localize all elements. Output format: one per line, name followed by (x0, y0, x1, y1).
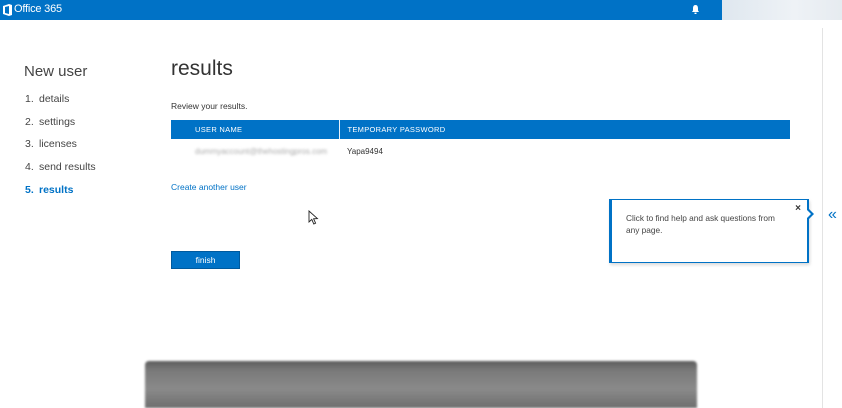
blurred-overlay (145, 361, 697, 408)
wizard-step-label: licenses (39, 138, 77, 151)
wizard-step-results: 5. results (25, 183, 74, 196)
wizard-step-details[interactable]: 1. details (25, 93, 96, 116)
collapse-panel-icon[interactable]: « (828, 206, 837, 224)
column-header-password: TEMPORARY PASSWORD (339, 120, 790, 139)
wizard-step-label: results (39, 183, 74, 196)
callout-tail-inner (806, 209, 811, 219)
results-table: USER NAME TEMPORARY PASSWORD dummyaccoun… (171, 120, 790, 161)
side-panel-divider (822, 28, 823, 408)
bell-icon[interactable] (690, 4, 701, 15)
wizard-step-label: settings (39, 115, 76, 128)
column-header-username: USER NAME (171, 120, 340, 139)
close-icon[interactable]: × (795, 203, 801, 214)
help-callout: Click to find help and ask questions fro… (609, 199, 809, 263)
wizard-step-send-results[interactable]: 4. send results (25, 161, 96, 184)
user-area (722, 0, 842, 20)
wizard-step-licenses[interactable]: 3. licenses (25, 138, 96, 161)
review-text: Review your results. (171, 101, 248, 111)
app-title[interactable]: Office 365 (14, 3, 62, 15)
password-cell: Yapa9494 (347, 146, 383, 156)
top-nav-bar: Office 365 (0, 0, 722, 20)
create-another-user-link[interactable]: Create another user (171, 182, 247, 192)
wizard-steps: 1. details 2. settings 3. licenses 4. send r… (25, 93, 96, 206)
office-logo-icon[interactable] (3, 4, 12, 16)
username-cell: dummyaccount@thehostingpros.com (195, 146, 328, 156)
table-row: dummyaccount@thehostingpros.com Yapa9494 (171, 139, 790, 161)
wizard-title: New user (24, 63, 88, 80)
wizard-step-label: details (39, 93, 70, 105)
help-callout-text: Click to find help and ask questions fro… (626, 213, 775, 235)
mouse-cursor-icon (308, 210, 319, 225)
wizard-step-label: send results (39, 161, 96, 174)
wizard-step-settings[interactable]: 2. settings (25, 116, 96, 139)
finish-button[interactable]: finish (171, 251, 240, 269)
page-title: results (171, 57, 233, 80)
